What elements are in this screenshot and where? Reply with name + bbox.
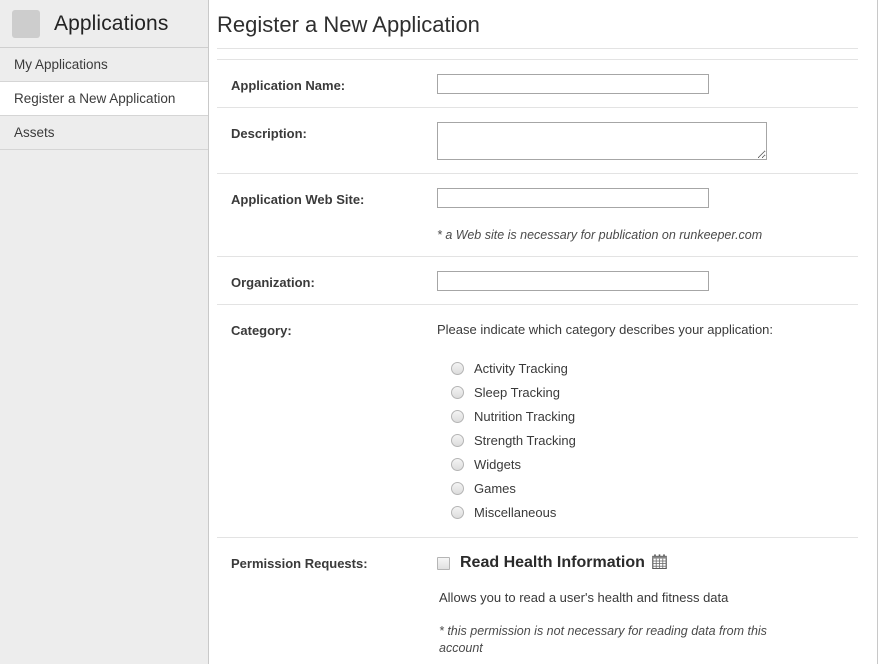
description-field-wrap xyxy=(437,108,858,173)
radio-label: Widgets xyxy=(474,456,521,472)
form-row-category: Category: Please indicate which category… xyxy=(217,305,858,538)
category-option-miscellaneous[interactable]: Miscellaneous xyxy=(451,500,858,524)
form-row-application-name: Application Name: xyxy=(217,60,858,108)
sidebar-item-assets[interactable]: Assets xyxy=(0,116,208,150)
category-field-wrap: Please indicate which category describes… xyxy=(437,305,858,537)
sidebar-header: Applications xyxy=(0,0,208,48)
checkbox-icon[interactable] xyxy=(437,556,450,570)
sidebar-title: Applications xyxy=(54,12,169,35)
radio-icon[interactable] xyxy=(451,385,464,399)
permission-note: * this permission is not necessary for r… xyxy=(439,624,767,655)
category-option-strength-tracking[interactable]: Strength Tracking xyxy=(451,428,858,452)
radio-label: Miscellaneous xyxy=(474,504,557,520)
permission-read-health-information[interactable]: Read Health Information xyxy=(437,554,858,572)
radio-label: Games xyxy=(474,480,516,496)
radio-label: Strength Tracking xyxy=(474,432,576,448)
category-prompt: Please indicate which category describes… xyxy=(437,322,774,337)
description-label: Description: xyxy=(231,126,307,141)
application-web-site-note: * a Web site is necessary for publicatio… xyxy=(437,228,763,242)
permission-title: Read Health Information xyxy=(460,554,645,571)
main-content: Register a New Application Application N… xyxy=(209,0,877,664)
sidebar-item-register-a-new-application[interactable]: Register a New Application xyxy=(0,82,208,116)
sidebar-item-label: Assets xyxy=(14,125,55,140)
page-title: Register a New Application xyxy=(217,12,480,37)
application-web-site-label: Application Web Site: xyxy=(231,192,365,207)
category-radio-group: Activity Tracking Sleep Tracking Nutriti… xyxy=(437,356,858,524)
radio-icon[interactable] xyxy=(451,457,464,471)
calendar-icon xyxy=(652,554,667,572)
organization-label: Organization: xyxy=(231,275,315,290)
radio-label: Nutrition Tracking xyxy=(474,408,576,424)
radio-label: Activity Tracking xyxy=(474,360,568,376)
radio-icon[interactable] xyxy=(451,433,464,447)
form-row-description: Description: xyxy=(217,108,858,174)
application-web-site-field-wrap: * a Web site is necessary for publicatio… xyxy=(437,174,858,256)
radio-icon[interactable] xyxy=(451,361,464,375)
radio-icon[interactable] xyxy=(451,505,464,519)
permission-description: Allows you to read a user's health and f… xyxy=(439,590,729,605)
app-placeholder-icon xyxy=(12,9,40,38)
form-row-organization: Organization: xyxy=(217,257,858,305)
sidebar-item-label: My Applications xyxy=(14,57,108,72)
title-divider xyxy=(217,48,858,49)
category-option-nutrition-tracking[interactable]: Nutrition Tracking xyxy=(451,404,858,428)
category-label: Category: xyxy=(231,323,292,338)
permission-requests-label: Permission Requests: xyxy=(231,556,368,571)
form-row-permission-requests: Permission Requests: Read Health Informa… xyxy=(217,538,858,670)
organization-input[interactable] xyxy=(437,271,709,291)
description-textarea[interactable] xyxy=(437,122,767,160)
application-name-input[interactable] xyxy=(437,74,709,94)
application-web-site-input[interactable] xyxy=(437,188,709,208)
sidebar-item-label: Register a New Application xyxy=(14,91,176,106)
sidebar: Applications My Applications Register a … xyxy=(0,0,209,664)
radio-label: Sleep Tracking xyxy=(474,384,560,400)
organization-field-wrap xyxy=(437,257,858,304)
app-window: Applications My Applications Register a … xyxy=(0,0,878,664)
sidebar-item-my-applications[interactable]: My Applications xyxy=(0,48,208,82)
category-option-widgets[interactable]: Widgets xyxy=(451,452,858,476)
form-row-application-web-site: Application Web Site: * a Web site is ne… xyxy=(217,174,858,257)
radio-icon[interactable] xyxy=(451,481,464,495)
category-option-activity-tracking[interactable]: Activity Tracking xyxy=(451,356,858,380)
permission-requests-field-wrap: Read Health Information Allows you to re… xyxy=(437,538,858,670)
application-name-label: Application Name: xyxy=(231,78,346,93)
application-name-field-wrap xyxy=(437,60,858,107)
radio-icon[interactable] xyxy=(451,409,464,423)
category-option-sleep-tracking[interactable]: Sleep Tracking xyxy=(451,380,858,404)
category-option-games[interactable]: Games xyxy=(451,476,858,500)
